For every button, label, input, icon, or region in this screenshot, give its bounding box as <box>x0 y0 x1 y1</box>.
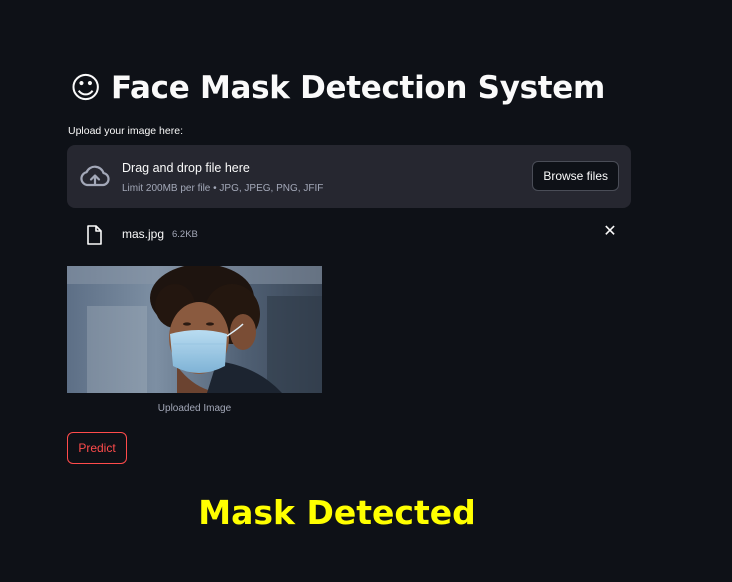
predict-button[interactable]: Predict <box>67 432 127 464</box>
cloud-upload-icon <box>80 165 110 187</box>
dropzone-limit: Limit 200MB per file • JPG, JPEG, PNG, J… <box>122 183 324 194</box>
close-icon[interactable]: ✕ <box>603 224 617 240</box>
uploaded-image-photo <box>67 266 322 393</box>
uploaded-image <box>67 266 322 393</box>
prediction-result: Mask Detected <box>198 493 476 532</box>
file-icon <box>87 225 102 245</box>
page-title-text: Face Mask Detection System <box>110 70 605 106</box>
upload-label: Upload your image here: <box>68 125 183 137</box>
app-page: ☺ Face Mask Detection System Upload your… <box>0 0 732 582</box>
page-title: ☺ Face Mask Detection System <box>70 70 605 106</box>
dropzone-title: Drag and drop file here <box>122 161 250 175</box>
file-size: 6.2KB <box>172 229 198 240</box>
image-caption: Uploaded Image <box>157 403 232 414</box>
smiley-icon: ☺ <box>70 70 101 106</box>
uploaded-file-row: mas.jpg 6.2KB ✕ <box>67 220 631 248</box>
browse-files-button[interactable]: Browse files <box>532 161 619 191</box>
file-name: mas.jpg <box>122 227 165 241</box>
file-dropzone[interactable]: Drag and drop file here Limit 200MB per … <box>67 145 631 208</box>
